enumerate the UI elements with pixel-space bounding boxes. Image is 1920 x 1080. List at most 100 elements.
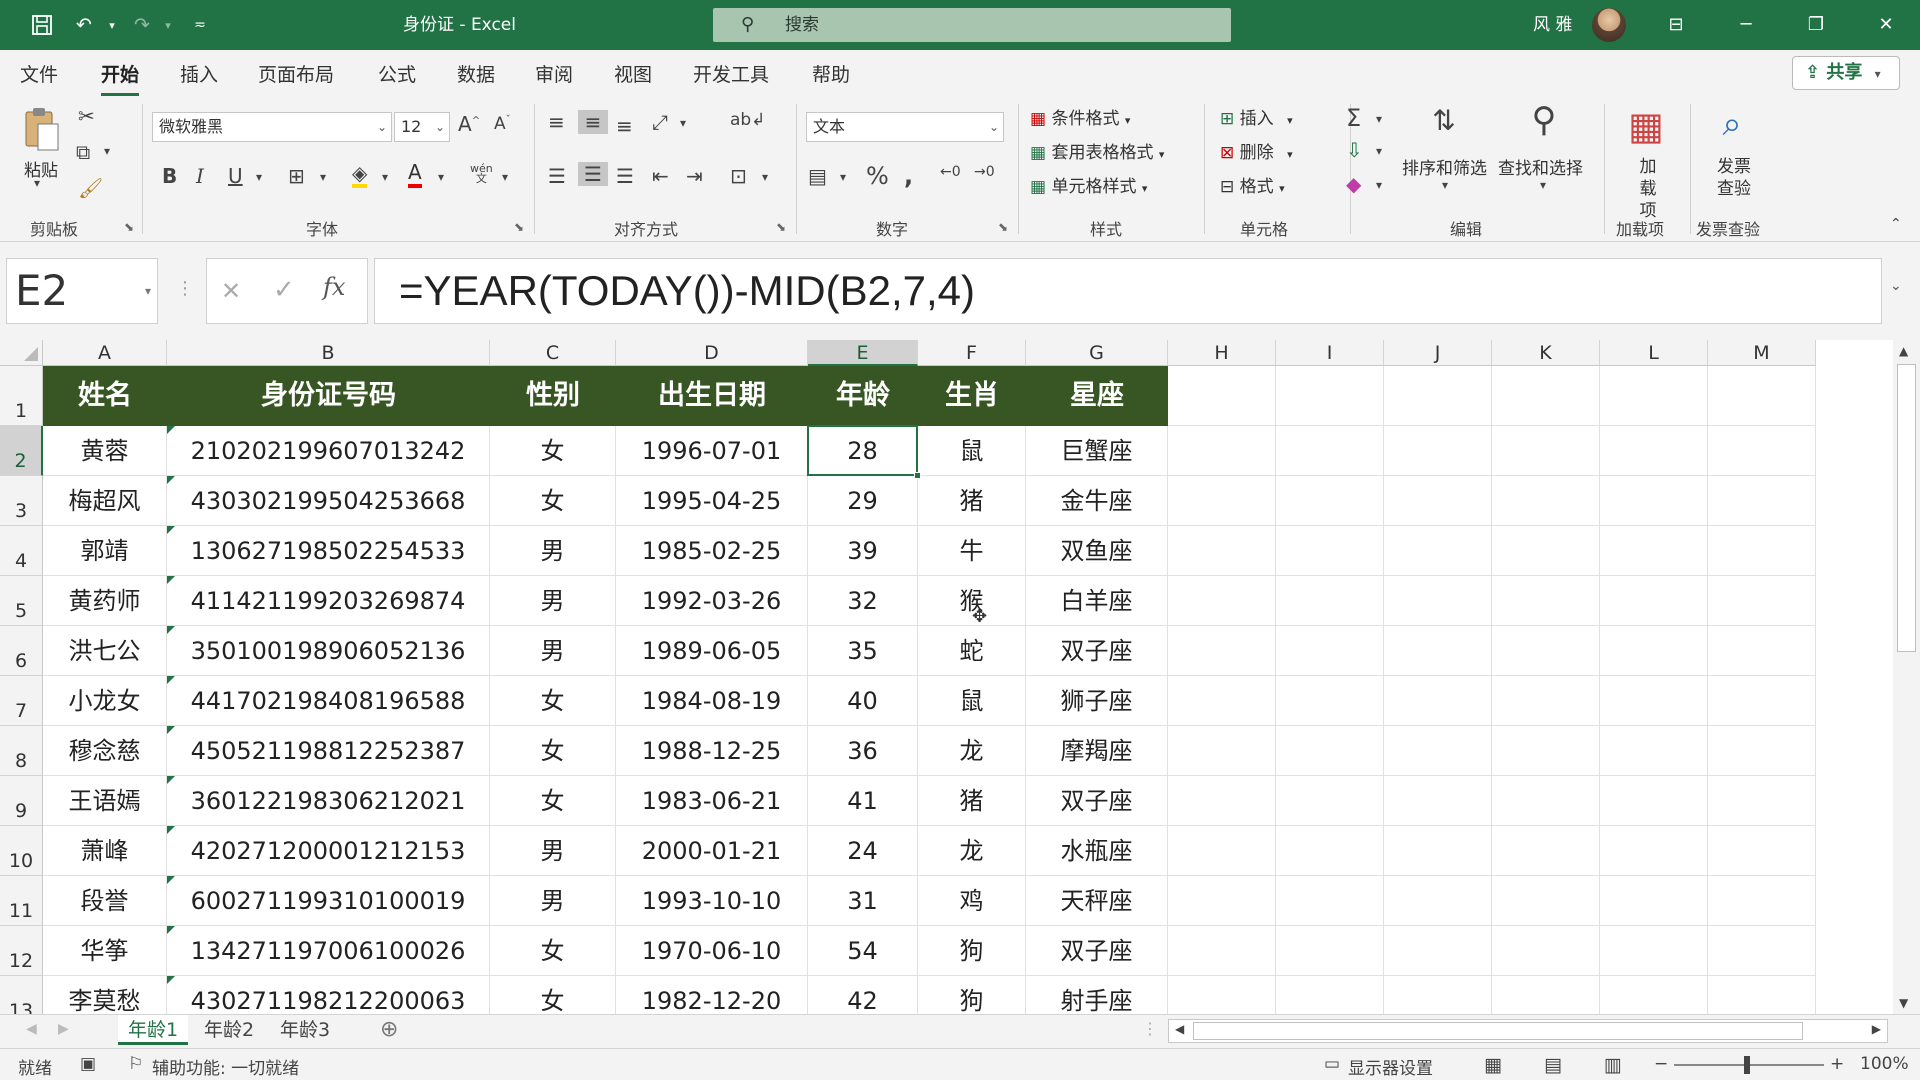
empty-cell[interactable] [1276,526,1384,576]
empty-cell[interactable] [1276,426,1384,476]
insert-cells-button[interactable]: ⊞ 插入 ▾ [1220,104,1293,129]
empty-cell[interactable] [1600,576,1708,626]
sort-filter-icon[interactable]: ⇅ [1424,104,1464,137]
empty-cell[interactable] [1708,726,1816,776]
increase-indent-icon[interactable]: ⇥ [686,164,703,188]
data-cell[interactable]: 32 [808,576,918,626]
empty-cell[interactable] [1492,476,1600,526]
empty-cell[interactable] [1492,366,1600,426]
minimize-icon[interactable]: ─ [1716,0,1776,50]
header-cell[interactable]: 性别 [490,366,616,426]
column-header-i[interactable]: I [1276,340,1384,366]
find-select-label[interactable]: 查找和选择 [1498,154,1583,179]
empty-cell[interactable] [1708,626,1816,676]
empty-cell[interactable] [1384,826,1492,876]
data-cell[interactable]: 狗 [918,976,1026,1014]
empty-cell[interactable] [1276,476,1384,526]
redo-dropdown-icon[interactable]: ▾ [152,9,184,41]
collapse-ribbon-icon[interactable]: ⌃ [1890,216,1902,232]
data-cell[interactable]: 210202199607013242 [167,426,490,476]
column-header-b[interactable]: B [167,340,490,366]
display-settings[interactable]: 显示器设置 [1348,1054,1433,1079]
fill-dropdown-icon[interactable]: ▾ [1376,144,1382,158]
column-header-a[interactable]: A [43,340,167,366]
empty-cell[interactable] [1600,876,1708,926]
merge-center-icon[interactable]: ⊡ [730,164,747,188]
empty-cell[interactable] [1492,926,1600,976]
data-cell[interactable]: 54 [808,926,918,976]
data-cell[interactable]: 金牛座 [1026,476,1168,526]
dialog-launcher-icon[interactable]: ⬊ [514,220,524,234]
zoom-slider[interactable] [1674,1056,1824,1074]
align-center-icon[interactable]: ☰ [578,162,608,186]
data-cell[interactable]: 华筝 [43,926,167,976]
data-cell[interactable]: 水瓶座 [1026,826,1168,876]
empty-cell[interactable] [1276,726,1384,776]
empty-cell[interactable] [1492,726,1600,776]
paste-icon[interactable] [20,104,64,154]
orientation-dropdown-icon[interactable]: ▾ [680,116,686,130]
empty-cell[interactable] [1600,976,1708,1014]
font-size-combo[interactable]: 12 ⌄ [394,112,450,142]
invoice-check-button-label[interactable]: 发票查验 [1716,156,1752,200]
data-cell[interactable]: 420271200001212153 [167,826,490,876]
empty-cell[interactable] [1276,826,1384,876]
tab-data[interactable]: 数据 [457,60,495,87]
restore-icon[interactable]: ❐ [1786,0,1846,50]
bold-button[interactable]: B [162,164,177,188]
paste-dropdown-icon[interactable]: ▾ [34,176,40,190]
empty-cell[interactable] [1708,426,1816,476]
data-cell[interactable]: 射手座 [1026,976,1168,1014]
row-header[interactable]: 7 [0,676,43,726]
data-cell[interactable]: 猪 [918,776,1026,826]
data-cell[interactable]: 鼠 [918,676,1026,726]
phonetic-dropdown-icon[interactable]: ▾ [502,170,508,184]
zoom-out-icon[interactable]: − [1654,1054,1668,1074]
data-cell[interactable]: 441702198408196588 [167,676,490,726]
data-cell[interactable]: 鸡 [918,876,1026,926]
formula-input[interactable]: =YEAR(TODAY())-MID(B2,7,4) [374,258,1882,324]
data-cell[interactable]: 42 [808,976,918,1014]
header-cell[interactable]: 星座 [1026,366,1168,426]
empty-cell[interactable] [1708,576,1816,626]
data-cell[interactable]: 双子座 [1026,926,1168,976]
empty-cell[interactable] [1384,876,1492,926]
data-cell[interactable]: 360122198306212021 [167,776,490,826]
data-cell[interactable]: 2000-01-21 [616,826,808,876]
empty-cell[interactable] [1276,876,1384,926]
data-cell[interactable]: 蛇 [918,626,1026,676]
empty-cell[interactable] [1492,426,1600,476]
empty-cell[interactable] [1708,676,1816,726]
row-header[interactable]: 1 [0,366,43,426]
data-cell[interactable]: 龙 [918,726,1026,776]
header-cell[interactable]: 年龄 [808,366,918,426]
row-header[interactable]: 5 [0,576,43,626]
cut-icon[interactable]: ✂ [78,104,95,128]
data-cell[interactable]: 411421199203269874 [167,576,490,626]
data-cell[interactable]: 男 [490,876,616,926]
empty-cell[interactable] [1600,726,1708,776]
data-cell[interactable]: 450521198812252387 [167,726,490,776]
empty-cell[interactable] [1168,676,1276,726]
empty-cell[interactable] [1384,366,1492,426]
delete-cells-button[interactable]: ⊠ 删除 ▾ [1220,138,1293,163]
normal-view-icon[interactable]: ▦ [1484,1054,1502,1076]
align-left-icon[interactable]: ☰ [548,164,566,188]
empty-cell[interactable] [1600,776,1708,826]
empty-cell[interactable] [1708,976,1816,1014]
save-icon[interactable] [26,9,58,41]
empty-cell[interactable] [1600,366,1708,426]
empty-cell[interactable] [1384,576,1492,626]
empty-cell[interactable] [1276,626,1384,676]
column-header-c[interactable]: C [490,340,616,366]
data-cell[interactable]: 女 [490,476,616,526]
data-cell[interactable]: 龙 [918,826,1026,876]
row-header[interactable]: 2 [0,426,43,476]
prev-sheet-icon[interactable]: ◀ [26,1021,37,1037]
data-cell[interactable]: 萧峰 [43,826,167,876]
close-icon[interactable]: ✕ [1856,0,1916,50]
column-header-d[interactable]: D [616,340,808,366]
data-cell[interactable]: 郭靖 [43,526,167,576]
empty-cell[interactable] [1708,476,1816,526]
data-cell[interactable]: 430302199504253668 [167,476,490,526]
